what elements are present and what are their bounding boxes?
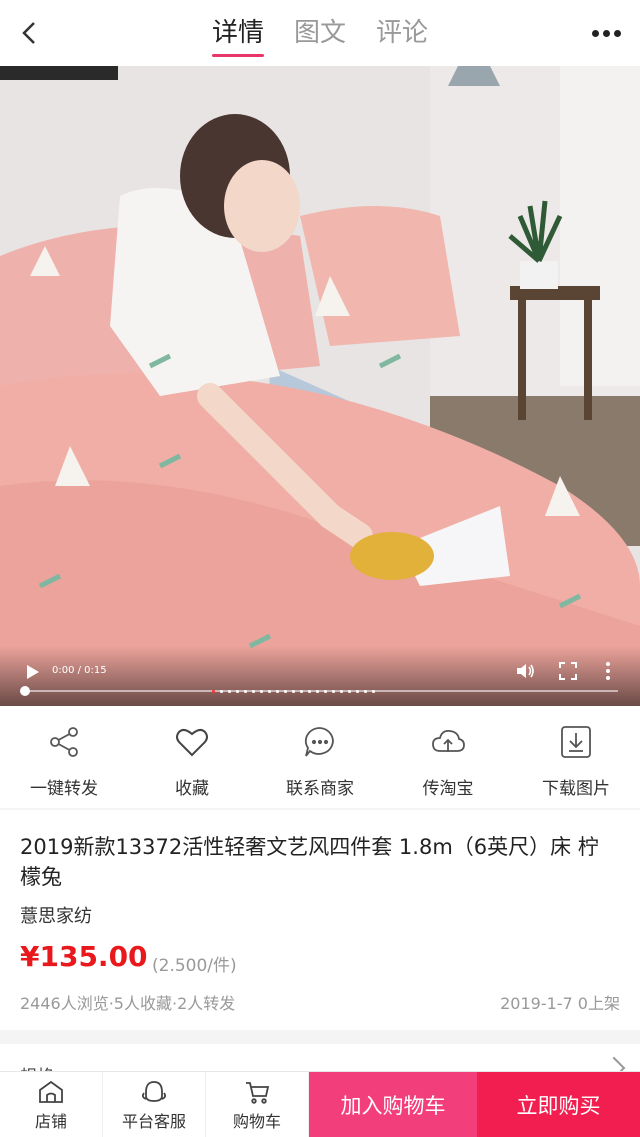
slide-dot xyxy=(284,690,287,693)
upload-taobao-button[interactable]: 传淘宝 xyxy=(384,706,512,808)
slide-dot xyxy=(276,690,279,693)
chat-icon xyxy=(302,724,338,760)
tab-graphics[interactable]: 图文 xyxy=(292,6,348,61)
slide-dot xyxy=(268,690,271,693)
product-video[interactable]: 0:00 / 0:15 xyxy=(0,66,640,706)
cart-label: 购物车 xyxy=(232,1112,281,1131)
cart-button[interactable]: 购物车 xyxy=(206,1072,309,1137)
product-title: 2019新款13372活性轻奢文艺风四件套 1.8m（6英尺）床 柠檬兔 xyxy=(20,835,599,889)
slide-dot xyxy=(316,690,319,693)
product-photo xyxy=(0,66,640,706)
slide-dot xyxy=(308,690,311,693)
slide-dot xyxy=(244,690,247,693)
slide-dot xyxy=(260,690,263,693)
slide-indicator xyxy=(212,690,375,693)
add-to-cart-button[interactable]: 加入购物车 xyxy=(309,1072,477,1137)
play-icon[interactable] xyxy=(22,662,42,682)
slide-dot xyxy=(356,690,359,693)
slide-dot xyxy=(228,690,231,693)
favorite-label: 收藏 xyxy=(175,779,209,799)
service-icon xyxy=(139,1078,169,1106)
slide-dot xyxy=(220,690,223,693)
cloud-upload-icon xyxy=(430,724,466,760)
slide-dot xyxy=(340,690,343,693)
chevron-left-icon xyxy=(22,22,35,44)
product-price: ¥135.00 xyxy=(20,940,148,973)
slide-dot xyxy=(332,690,335,693)
tab-details[interactable]: 详情 xyxy=(210,6,266,61)
contact-seller-button[interactable]: 联系商家 xyxy=(256,706,384,808)
store-button[interactable]: 店铺 xyxy=(0,1072,103,1137)
action-row: 一键转发 收藏 联系商家 传淘宝 下载图片 xyxy=(0,706,640,808)
video-timecode: 0:00 / 0:15 xyxy=(52,665,107,676)
top-bar: 详情 图文 评论 xyxy=(0,0,640,66)
tab-reviews[interactable]: 评论 xyxy=(374,6,430,61)
slide-dot xyxy=(212,690,215,693)
slide-dot xyxy=(236,690,239,693)
cart-icon xyxy=(242,1078,272,1106)
spec-section-row[interactable]: 规格 xyxy=(0,1044,640,1087)
customer-service-button[interactable]: 平台客服 xyxy=(103,1072,206,1137)
video-controls: 0:00 / 0:15 xyxy=(0,646,640,706)
customer-service-label: 平台客服 xyxy=(121,1112,186,1131)
store-icon xyxy=(36,1078,66,1106)
more-dot-icon xyxy=(602,29,610,37)
slide-dot xyxy=(372,690,375,693)
download-images-button[interactable]: 下载图片 xyxy=(512,706,640,808)
download-icon xyxy=(558,724,594,760)
product-stats: 2446人浏览·5人收藏·2人转发 xyxy=(20,994,236,1013)
share-button[interactable]: 一键转发 xyxy=(0,706,128,808)
store-label: 店铺 xyxy=(34,1112,67,1131)
share-icon xyxy=(46,724,82,760)
slide-dot xyxy=(252,690,255,693)
video-progress-knob[interactable] xyxy=(20,686,30,696)
more-dot-icon xyxy=(591,29,599,37)
detail-tabs: 详情 图文 评论 xyxy=(210,6,430,61)
share-label: 一键转发 xyxy=(30,779,98,799)
contact-seller-label: 联系商家 xyxy=(286,779,354,799)
slide-dot xyxy=(324,690,327,693)
listing-date: 2019-1-7 0上架 xyxy=(500,994,620,1013)
more-menu-button[interactable] xyxy=(586,18,626,48)
favorite-button[interactable]: 收藏 xyxy=(128,706,256,808)
unit-price: (2.500/件) xyxy=(152,956,237,976)
volume-icon[interactable] xyxy=(514,660,536,682)
product-info: 2019新款13372活性轻奢文艺风四件套 1.8m（6英尺）床 柠檬兔 薏思家… xyxy=(0,810,640,1030)
shop-name[interactable]: 薏思家纺 xyxy=(20,902,92,928)
slide-dot xyxy=(300,690,303,693)
video-options-icon[interactable] xyxy=(601,660,615,682)
fullscreen-icon[interactable] xyxy=(557,660,579,682)
bottom-action-bar: 店铺 平台客服 购物车 加入购物车 立即购买 xyxy=(0,1071,640,1137)
heart-icon xyxy=(174,724,210,760)
download-images-label: 下载图片 xyxy=(542,779,610,799)
slide-dot xyxy=(348,690,351,693)
slide-dot xyxy=(292,690,295,693)
back-button[interactable] xyxy=(14,18,44,48)
buy-now-button[interactable]: 立即购买 xyxy=(477,1072,640,1137)
more-dot-icon xyxy=(613,29,621,37)
upload-taobao-label: 传淘宝 xyxy=(422,779,474,799)
slide-dot xyxy=(364,690,367,693)
